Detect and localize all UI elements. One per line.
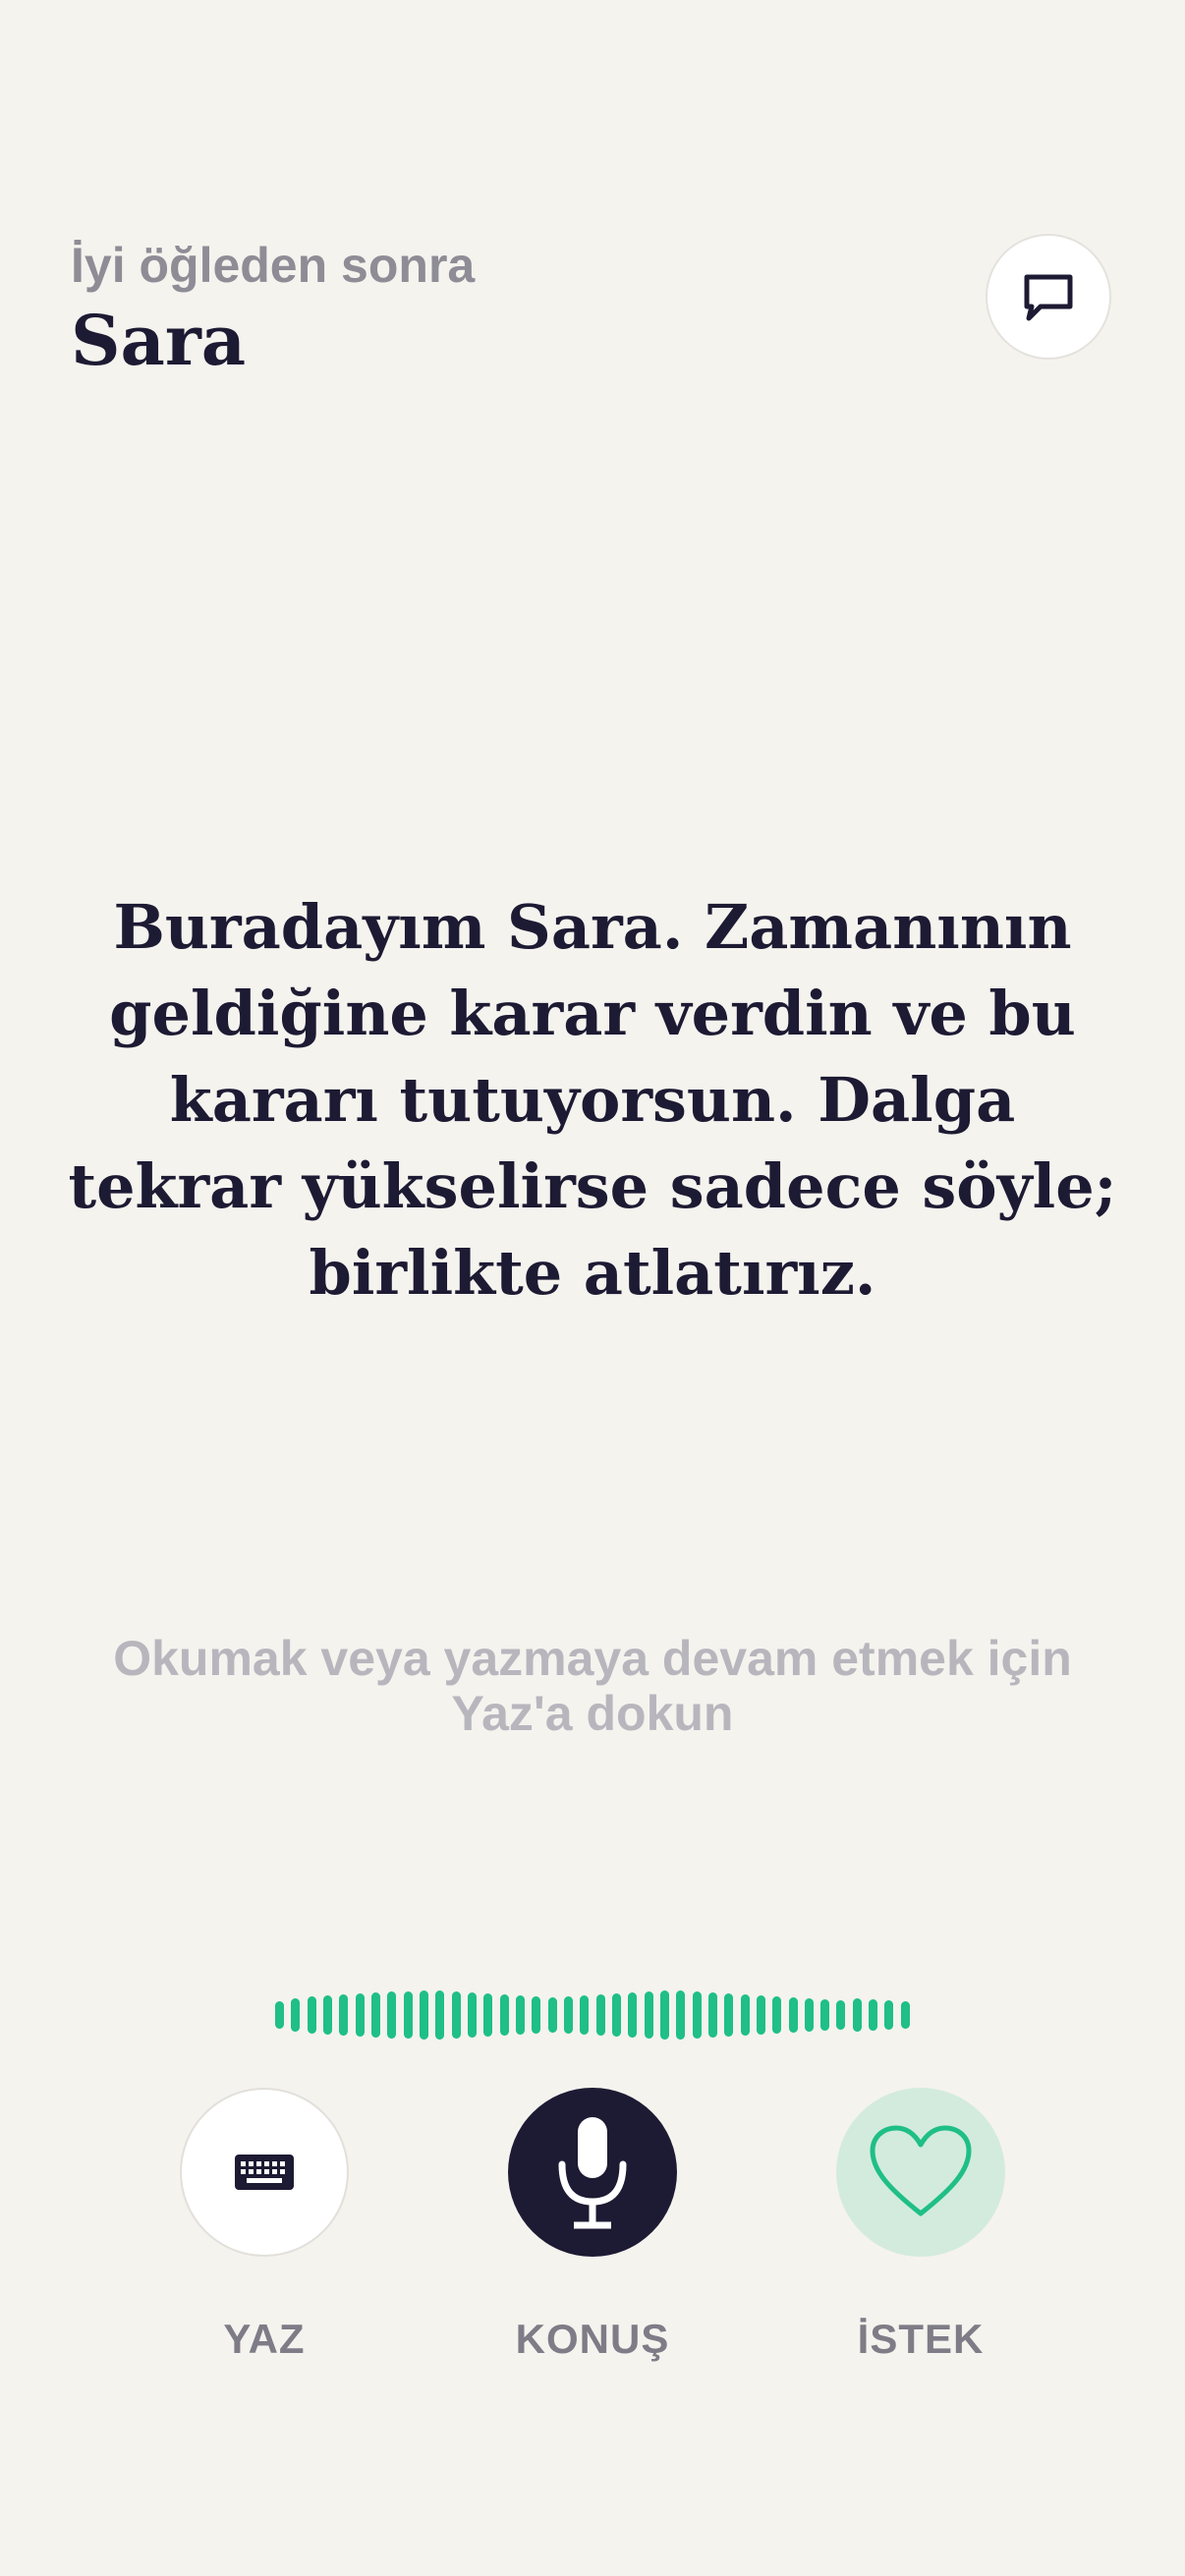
waveform-bar xyxy=(804,1998,814,2032)
waveform-bar xyxy=(852,1998,862,2032)
waveform-bar xyxy=(869,1999,878,2031)
waveform-bar xyxy=(659,1990,669,2040)
waveform-bar xyxy=(740,1994,750,2036)
hint-text: Okumak veya yazmaya devam etmek için Yaz… xyxy=(113,1631,1072,1741)
waveform-bar xyxy=(291,1998,301,2032)
microphone-icon xyxy=(558,2117,627,2229)
write-button[interactable] xyxy=(180,2088,349,2257)
assistant-message: Buradayım Sara. Zamanının geldiğine kara… xyxy=(68,891,1117,1309)
request-label: İSTEK xyxy=(857,2316,985,2362)
waveform-bar xyxy=(820,1999,830,2031)
waveform-bar xyxy=(676,1990,686,2040)
waveform-bar xyxy=(355,1993,365,2037)
waveform-bar xyxy=(884,2000,894,2030)
waveform-bar xyxy=(339,1994,349,2036)
waveform-bar xyxy=(900,2001,910,2029)
request-button[interactable] xyxy=(836,2088,1005,2257)
user-name: Sara xyxy=(71,300,247,381)
greeting-text: İyi öğleden sonra xyxy=(71,238,476,293)
speak-button[interactable] xyxy=(508,2088,677,2257)
waveform-bar xyxy=(595,1994,605,2036)
keyboard-icon xyxy=(235,2155,294,2190)
waveform-bar xyxy=(788,1997,798,2033)
waveform-bar xyxy=(322,1995,332,2035)
waveform-bar xyxy=(707,1992,717,2038)
waveform-bar xyxy=(435,1990,445,2040)
waveform-bar xyxy=(724,1993,734,2037)
waveform-bar xyxy=(499,1994,509,2036)
waveform-bar xyxy=(772,1996,782,2034)
waveform-bar xyxy=(307,1996,316,2034)
waveform-bar xyxy=(483,1993,493,2037)
waveform-bar xyxy=(467,1992,477,2038)
waveform-bar xyxy=(403,1991,413,2039)
waveform-bar xyxy=(580,1995,590,2035)
waveform-bar xyxy=(515,1995,525,2035)
waveform-bar xyxy=(611,1993,621,2037)
waveform-bar xyxy=(532,1996,541,2034)
write-action[interactable]: YAZ xyxy=(178,2088,351,2363)
speak-action[interactable]: KONUŞ xyxy=(506,2088,679,2363)
chat-bubble-icon xyxy=(1024,274,1073,321)
waveform-bar xyxy=(547,1997,557,2033)
waveform-bar xyxy=(451,1991,461,2039)
write-label: YAZ xyxy=(223,2316,306,2362)
chat-button[interactable] xyxy=(986,234,1111,360)
waveform-bar xyxy=(563,1996,573,2034)
waveform-bar xyxy=(370,1992,380,2038)
waveform-bar xyxy=(836,2000,846,2030)
waveform-bar xyxy=(644,1991,653,2039)
request-action[interactable]: İSTEK xyxy=(834,2088,1007,2363)
audio-waveform xyxy=(275,1985,910,2045)
waveform-bar xyxy=(756,1995,765,2035)
waveform-bar xyxy=(275,2001,284,2029)
greeting-header: İyi öğleden sonra Sara xyxy=(71,236,475,378)
heart-icon xyxy=(870,2125,972,2216)
speak-label: KONUŞ xyxy=(515,2316,670,2362)
waveform-bar xyxy=(628,1992,638,2038)
waveform-bar xyxy=(692,1991,702,2039)
waveform-bar xyxy=(387,1991,397,2039)
waveform-bar xyxy=(419,1990,428,2040)
